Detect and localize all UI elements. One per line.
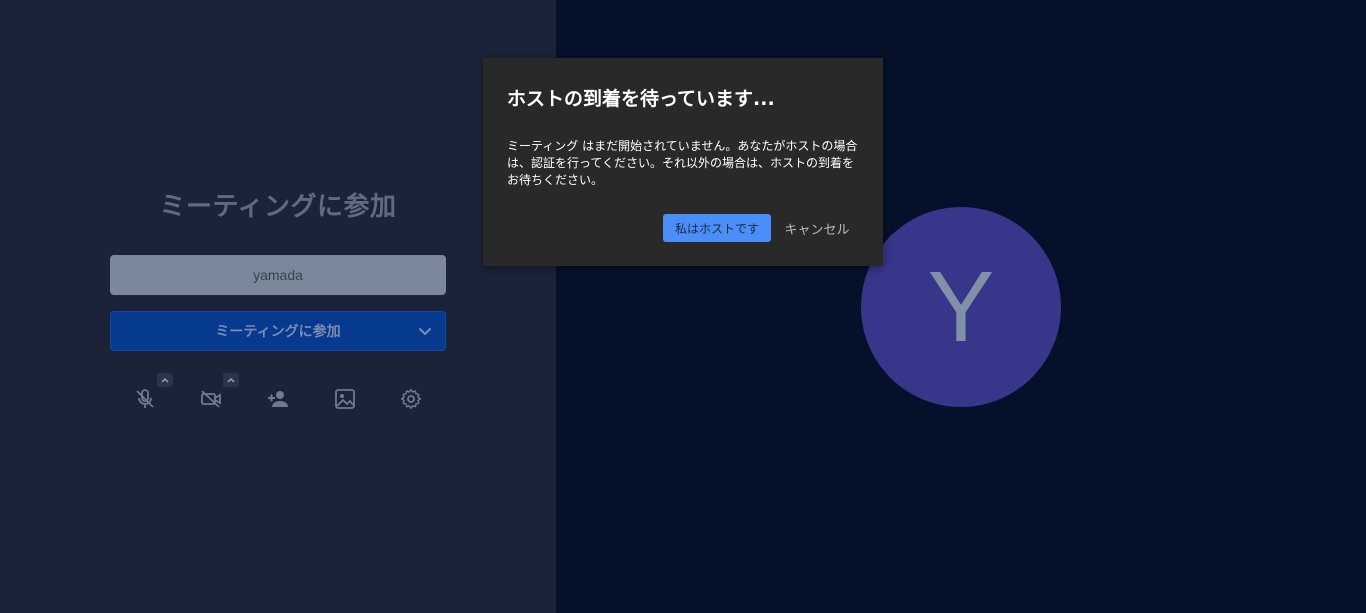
audio-options-caret[interactable] [157, 373, 173, 387]
dialog-title: ホストの到着を待っています... [507, 88, 775, 110]
video-options-caret[interactable] [223, 373, 239, 387]
settings-icon[interactable] [399, 387, 423, 411]
display-name-input[interactable] [110, 255, 446, 295]
join-meeting-button[interactable]: ミーティングに参加 [110, 311, 446, 351]
join-meeting-label: ミーティングに参加 [215, 324, 341, 340]
i-am-host-button[interactable]: 私はホストです [663, 214, 771, 242]
avatar: Y [861, 207, 1061, 407]
dialog-message: ミーティング はまだ開始されていません。あなたがホストの場合は、認証を行ってくだ… [507, 139, 858, 187]
waiting-for-host-dialog: ホストの到着を待っています... ミーティング はまだ開始されていません。あなた… [483, 58, 883, 266]
invite-icon[interactable] [266, 387, 290, 411]
background-icon[interactable] [333, 387, 357, 411]
chevron-up-icon [227, 377, 235, 383]
prejoin-panel: ミーティングに参加 ミーティングに参加 [0, 0, 556, 613]
video-off-icon[interactable] [199, 387, 223, 411]
chevron-up-icon [161, 377, 169, 383]
cancel-button[interactable]: キャンセル [779, 214, 855, 242]
prejoin-title: ミーティングに参加 [159, 192, 397, 222]
chevron-down-icon[interactable] [415, 322, 435, 342]
mic-off-icon[interactable] [133, 387, 157, 411]
